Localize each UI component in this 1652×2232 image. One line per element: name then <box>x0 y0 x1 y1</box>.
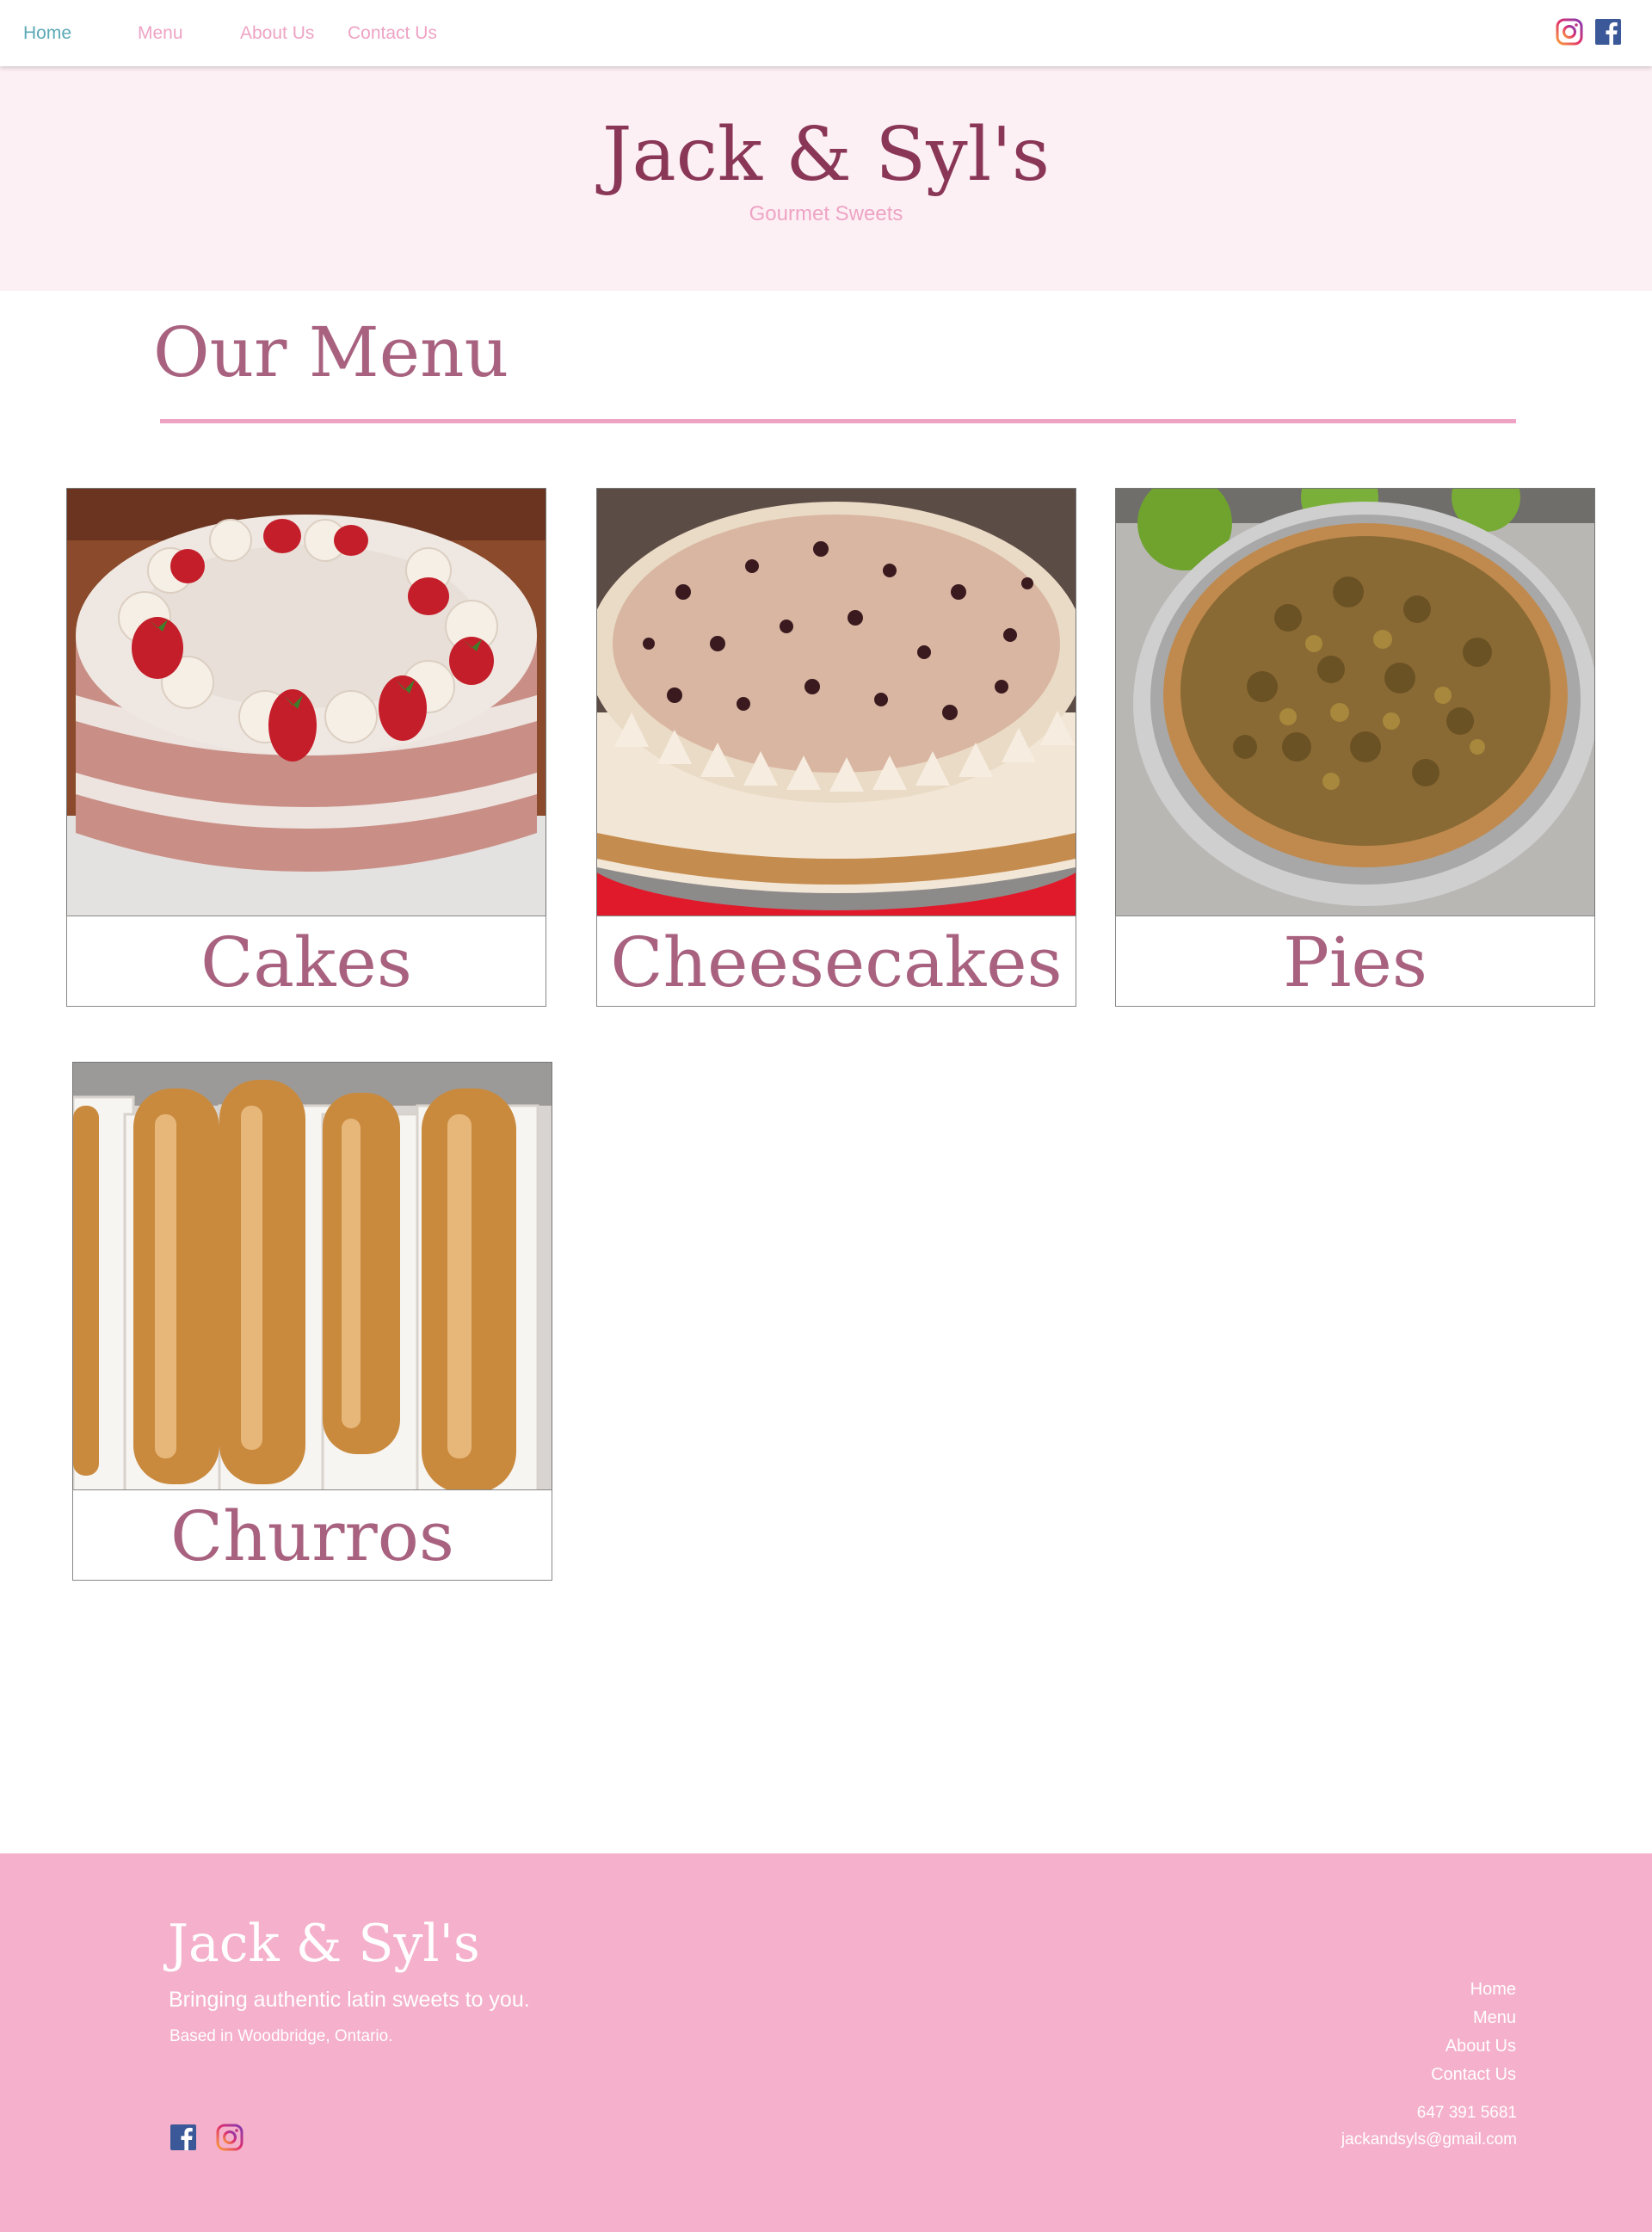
menu-card-label[interactable]: Cheesecakes <box>596 916 1076 1007</box>
strawberry-cake-photo[interactable] <box>66 488 546 916</box>
churros-photo[interactable] <box>72 1062 552 1490</box>
footer-nav: Home Menu About Us Contact Us <box>1431 1976 1516 2089</box>
footer-phone[interactable]: 647 391 5681 <box>1341 2099 1517 2126</box>
facebook-icon[interactable] <box>169 2123 198 2152</box>
footer-email[interactable]: jackandsyls@gmail.com <box>1341 2126 1517 2153</box>
apple-crumble-pie-photo[interactable] <box>1115 488 1595 916</box>
top-navbar: Home Menu About Us Contact Us <box>0 0 1652 66</box>
footer-location: Based in Woodbridge, Ontario. <box>170 2027 393 2045</box>
footer-contact-link[interactable]: Contact Us <box>1431 2061 1516 2089</box>
facebook-icon[interactable] <box>1593 17 1623 46</box>
footer-home-link[interactable]: Home <box>1431 1976 1516 2004</box>
footer-menu-link[interactable]: Menu <box>1431 2004 1516 2032</box>
menu-card-label[interactable]: Pies <box>1115 916 1595 1007</box>
footer-brand-title: Jack & Syl's <box>168 1914 480 1974</box>
nav-menu-link[interactable]: Menu <box>138 23 183 44</box>
nav-home-link[interactable]: Home <box>23 23 71 44</box>
footer-tagline: Bringing authentic latin sweets to you. <box>169 1988 530 2012</box>
chocolate-chip-cheesecake-photo[interactable] <box>596 488 1076 916</box>
nav-about-link[interactable]: About Us <box>240 23 314 44</box>
menu-heading: Our Menu <box>153 312 509 392</box>
menu-divider <box>160 419 1516 423</box>
footer-about-link[interactable]: About Us <box>1431 2032 1516 2061</box>
instagram-icon[interactable] <box>215 2123 244 2152</box>
footer-contact-info: 647 391 5681 jackandsyls@gmail.com <box>1341 2099 1517 2153</box>
brand-title: Jack & Syl's <box>601 112 1051 198</box>
menu-card-label[interactable]: Churros <box>72 1489 552 1581</box>
nav-contact-link[interactable]: Contact Us <box>348 23 437 44</box>
instagram-icon[interactable] <box>1555 17 1584 46</box>
menu-card-label[interactable]: Cakes <box>66 916 546 1007</box>
brand-tagline: Gourmet Sweets <box>749 202 903 225</box>
hero-header: Jack & Syl's Gourmet Sweets <box>0 66 1652 291</box>
site-footer: Jack & Syl's Bringing authentic latin sw… <box>0 1853 1652 2232</box>
